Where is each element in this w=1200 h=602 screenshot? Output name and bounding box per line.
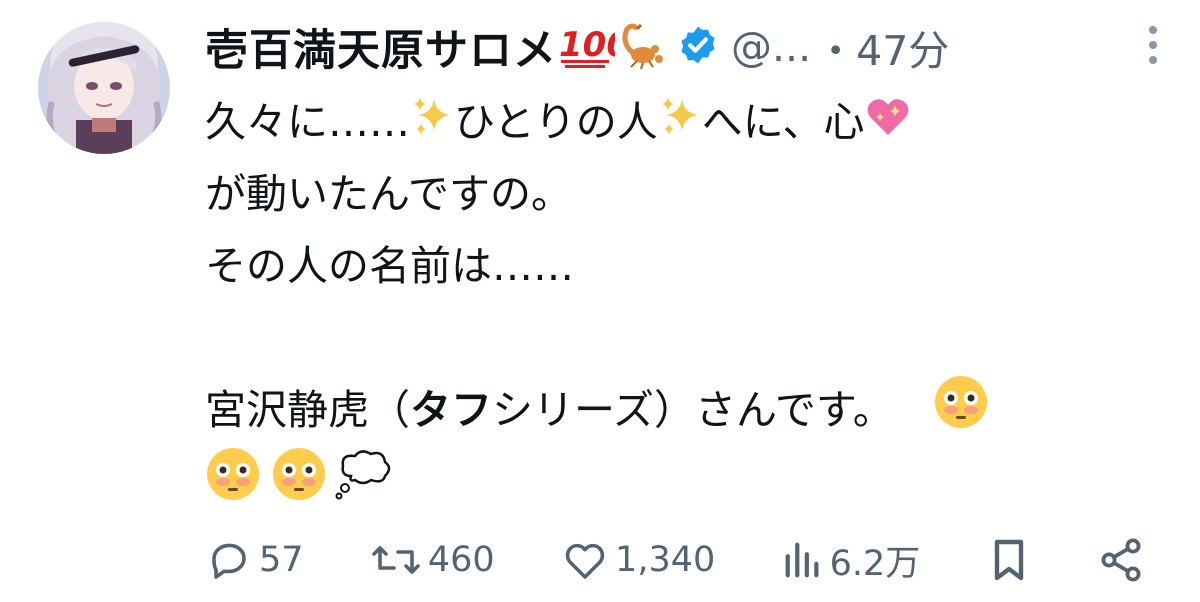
text-segment: へに、心 [701, 98, 865, 146]
text-segment: 宮沢静虎（ [205, 386, 410, 434]
flushed-face-emoji [205, 446, 261, 524]
tweet-line: 宮沢静虎（タフシリーズ）さんです。 [205, 374, 1175, 446]
retweet-count: 460 [427, 540, 495, 580]
share-icon [1101, 538, 1141, 582]
bookmark-icon [994, 539, 1023, 581]
retweet-button[interactable]: 460 [370, 536, 495, 584]
flushed-face-emoji [933, 374, 989, 452]
tweet-actions: 57 460 1,340 6.2万 [205, 530, 1145, 590]
like-count: 1,340 [615, 540, 716, 580]
svg-text:100: 100 [559, 25, 615, 65]
reply-icon [212, 543, 246, 579]
hundred-points-emoji: 100 [557, 22, 630, 72]
retweet-icon [372, 546, 420, 574]
handle[interactable]: @... [731, 23, 811, 71]
text-segment: ひとりの人 [454, 98, 658, 146]
flushed-face-emoji [271, 446, 327, 524]
tweet-content: 壱百満天原サロメ 100 @... ・ [205, 8, 1175, 518]
reply-count: 57 [259, 540, 304, 580]
separator: ・ [815, 27, 857, 75]
bold-text: タフ [410, 386, 492, 434]
verified-badge-icon [677, 24, 719, 70]
tweet-line: が動いたんですの。 [205, 170, 572, 218]
sparkles-emoji [410, 89, 454, 161]
view-count: 6.2万 [829, 543, 921, 584]
thought-balloon-emoji [333, 446, 395, 524]
text-segment: シリーズ）さんです。 [492, 386, 894, 434]
views-button[interactable]: 6.2万 [782, 535, 921, 586]
tweet-line [205, 446, 1175, 518]
avatar-image [38, 22, 170, 154]
tweet-line: その人の名前は…… [205, 242, 574, 290]
text-segment: 久々に…… [205, 98, 410, 146]
tweet-header: 壱百満天原サロメ 100 @... ・ [205, 8, 1175, 86]
timestamp[interactable]: 47分 [856, 17, 949, 77]
avatar[interactable] [38, 22, 170, 154]
display-name[interactable]: 壱百満天原サロメ [205, 16, 557, 78]
sparkles-emoji [658, 89, 702, 161]
heart-icon [565, 543, 605, 579]
bookmark-button[interactable] [987, 536, 1031, 584]
tweet-text: 久々に…… ひとりの人 へに、心 が動いたんですの。 その人の名前は…… 宮沢静虎（… [205, 86, 1175, 518]
share-button[interactable] [1097, 536, 1145, 584]
views-icon [785, 542, 819, 578]
reply-button[interactable]: 57 [205, 536, 304, 584]
tweet-line: 久々に…… ひとりの人 へに、心 [205, 86, 1175, 158]
like-button[interactable]: 1,340 [561, 536, 715, 584]
more-options-icon[interactable] [1149, 26, 1157, 64]
sparkling-heart-emoji [865, 89, 911, 161]
scorpion-emoji [615, 19, 667, 75]
